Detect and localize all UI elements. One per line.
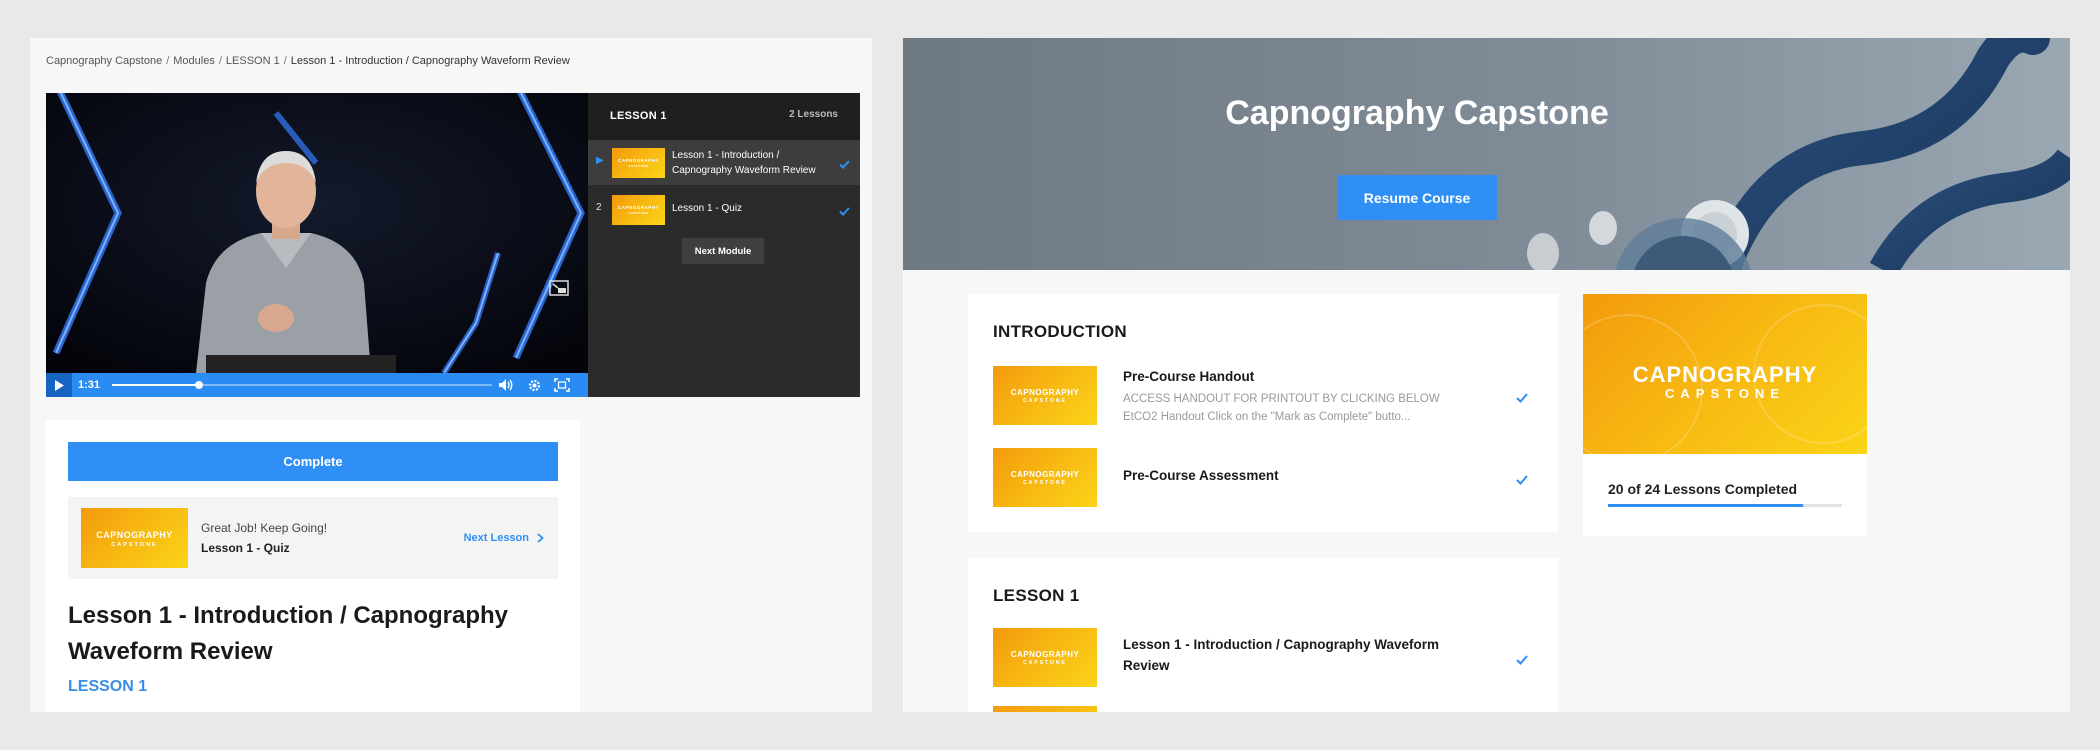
course-logo-title: CAPNOGRAPHY xyxy=(1632,362,1818,387)
complete-button[interactable]: Complete xyxy=(68,442,558,481)
video-frame[interactable] xyxy=(46,93,588,373)
lesson-list-item[interactable] xyxy=(993,706,1538,712)
lesson-list-item[interactable]: CAPNOGRAPHY CAPSTONE Lesson 1 - Introduct… xyxy=(993,628,1538,690)
breadcrumb: Capnography Capstone / Modules / LESSON 1/Le… xyxy=(46,55,570,67)
lesson-thumbnail: CAPNOGRAPHY CAPSTONE xyxy=(993,628,1097,687)
next-lesson-thumbnail: CAPNOGRAPHY CAPSTONE xyxy=(81,508,188,568)
course-overview-page: Capnography Capstone Resume Course INTRO… xyxy=(903,38,2070,712)
playlist-item[interactable]: ▶ CAPNOGRAPHY CAPSTONE Lesson 1 - Introdu… xyxy=(588,140,860,185)
playlist-lesson-count: 2 Lessons xyxy=(789,109,838,120)
lesson-list-item[interactable]: CAPNOGRAPHY CAPSTONE Pre-Course Handout A… xyxy=(993,366,1538,428)
lesson-name: Pre-Course Handout xyxy=(1123,369,1255,384)
playlist-item[interactable]: 2 CAPNOGRAPHY CAPSTONE Lesson 1 - Quiz xyxy=(588,187,860,232)
lesson-thumbnail: CAPNOGRAPHY CAPSTONE xyxy=(612,195,665,225)
lesson-module-label[interactable]: LESSON 1 xyxy=(68,678,147,696)
lesson-title: Lesson 1 - Introduction / Capnography Wa… xyxy=(68,602,509,665)
playlist-item-label: Lesson 1 - Introduction / Capnography Wa… xyxy=(672,150,816,176)
lesson-list-item[interactable]: CAPNOGRAPHY CAPSTONE Pre-Course Assessmen… xyxy=(993,448,1538,510)
next-lesson-link-label: Next Lesson xyxy=(463,532,529,544)
presenter-image xyxy=(46,93,588,373)
volume-icon[interactable] xyxy=(492,373,520,397)
video-time: 1:31 xyxy=(78,379,101,391)
chevron-right-icon xyxy=(537,533,544,543)
encouragement-text: Great Job! Keep Going! xyxy=(201,521,328,535)
fullscreen-icon[interactable] xyxy=(548,373,576,397)
course-progress-card: CAPNOGRAPHY CAPSTONE 20 of 24 Lessons Co… xyxy=(1583,294,1867,536)
course-title: Capnography Capstone xyxy=(1225,94,1609,132)
play-icon xyxy=(55,379,64,391)
lessons-completed-text: 20 of 24 Lessons Completed xyxy=(1608,481,1798,497)
breadcrumb-current: Lesson 1 - Introduction / Capnography Wa… xyxy=(290,55,570,67)
lesson-playlist: LESSON 1 2 Lessons ▶ CAPNOGRAPHY CAPSTONE… xyxy=(588,93,860,397)
checkmark-icon xyxy=(1516,472,1528,490)
breadcrumb-link-course[interactable]: Capnography Capstone xyxy=(46,55,162,67)
playlist-item-index: 2 xyxy=(596,202,602,213)
resume-course-button[interactable]: Resume Course xyxy=(1337,175,1497,220)
picture-in-picture-icon[interactable] xyxy=(548,279,570,297)
module-title: INTRODUCTION xyxy=(993,322,1127,341)
scrubber-progress xyxy=(112,384,200,386)
module-card-lesson-1: LESSON 1 CAPNOGRAPHY CAPSTONE Lesson 1 - … xyxy=(968,558,1558,712)
playlist-header: LESSON 1 2 Lessons xyxy=(588,93,860,140)
breadcrumb-link-module[interactable]: LESSON 1 xyxy=(226,55,280,67)
checkmark-icon xyxy=(839,203,850,221)
play-button[interactable] xyxy=(46,373,72,397)
lesson-name: Lesson 1 - Introduction / Capnography Wa… xyxy=(1123,637,1440,673)
course-logo-banner: CAPNOGRAPHY CAPSTONE xyxy=(1583,294,1867,454)
stethoscope-background-image xyxy=(903,38,2070,270)
lesson-description: ACCESS HANDOUT FOR PRINTOUT BY CLICKING … xyxy=(1123,393,1440,405)
next-lesson-box: CAPNOGRAPHY CAPSTONE Great Job! Keep Goin… xyxy=(68,497,558,579)
lesson-thumbnail: CAPNOGRAPHY CAPSTONE xyxy=(993,366,1097,425)
scrubber-handle[interactable] xyxy=(195,381,204,389)
video-controls: 1:31 xyxy=(46,373,588,397)
breadcrumb-link-modules[interactable]: Modules xyxy=(173,55,215,67)
playlist-item-label: Lesson 1 - Quiz xyxy=(672,203,743,214)
video-player[interactable]: 1:31 xyxy=(46,93,588,397)
breadcrumb-separator: / xyxy=(166,55,170,67)
module-title: LESSON 1 xyxy=(993,586,1080,605)
course-logo-subtitle: CAPSTONE xyxy=(1665,386,1785,401)
lesson-thumbnail: CAPNOGRAPHY CAPSTONE xyxy=(993,448,1097,507)
checkmark-icon xyxy=(1516,652,1528,670)
now-playing-icon: ▶ xyxy=(596,155,604,166)
lesson-description: EtCO2 Handout Click on the "Mark as Comp… xyxy=(1123,411,1411,423)
next-lesson-title: Lesson 1 - Quiz xyxy=(201,541,290,555)
module-card-introduction: INTRODUCTION CAPNOGRAPHY CAPSTONE Pre-Cou… xyxy=(968,294,1558,532)
breadcrumb-separator: / xyxy=(283,55,287,67)
lesson-thumbnail xyxy=(993,706,1097,712)
next-module-button[interactable]: Next Module xyxy=(682,238,764,264)
playlist-title: LESSON 1 xyxy=(610,110,667,122)
lesson-thumbnail: CAPNOGRAPHY CAPSTONE xyxy=(612,148,665,178)
breadcrumb-separator: / xyxy=(218,55,222,67)
checkmark-icon xyxy=(839,156,850,174)
video-scrubber[interactable] xyxy=(112,381,492,389)
course-progress-fill xyxy=(1608,504,1803,507)
lesson-page: Capnography Capstone / Modules / LESSON 1/Le… xyxy=(30,38,872,712)
lesson-content-card: Complete CAPNOGRAPHY CAPSTONE Great Job! … xyxy=(46,420,580,712)
lesson-name: Pre-Course Assessment xyxy=(1123,468,1279,483)
course-progress-bar xyxy=(1608,504,1842,507)
checkmark-icon xyxy=(1516,390,1528,408)
course-hero-banner: Capnography Capstone Resume Course xyxy=(903,38,2070,270)
settings-gear-icon[interactable] xyxy=(520,373,548,397)
next-lesson-link[interactable]: Next Lesson xyxy=(464,532,544,544)
